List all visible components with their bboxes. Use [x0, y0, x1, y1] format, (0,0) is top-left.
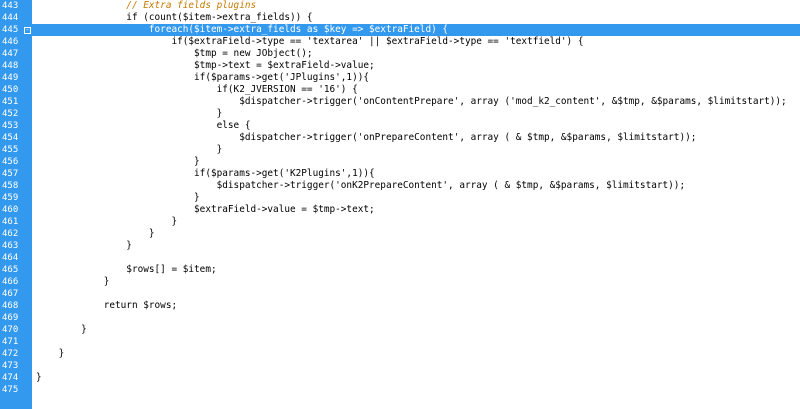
- code-line[interactable]: 474}: [0, 372, 800, 384]
- code-line[interactable]: 466 }: [0, 276, 800, 288]
- code-text[interactable]: }: [36, 216, 177, 228]
- line-number: 444: [0, 12, 24, 24]
- line-number: 462: [0, 228, 24, 240]
- code-text[interactable]: $dispatcher->trigger('onK2PrepareContent…: [36, 180, 685, 192]
- code-text[interactable]: if (count($item->extra_fields)) {: [36, 12, 312, 24]
- code-line[interactable]: 446 if($extraField->type == 'textarea' |…: [0, 36, 800, 48]
- code-text[interactable]: }: [36, 372, 42, 384]
- line-number: 456: [0, 156, 24, 168]
- code-text[interactable]: foreach($item->extra_fields as $key => $…: [36, 24, 448, 36]
- code-text[interactable]: }: [36, 192, 200, 204]
- line-number: 453: [0, 120, 24, 132]
- code-text[interactable]: $tmp = new JObject();: [36, 48, 313, 60]
- code-line[interactable]: 462 }: [0, 228, 800, 240]
- line-number: 452: [0, 108, 24, 120]
- code-lines[interactable]: 443 // Extra fields plugins 444 if (coun…: [0, 0, 800, 396]
- line-number: 458: [0, 180, 24, 192]
- line-number: 446: [0, 36, 24, 48]
- code-line[interactable]: 448 $tmp->text = $extraField->value;: [0, 60, 800, 72]
- code-line[interactable]: 443 // Extra fields plugins: [0, 0, 800, 12]
- line-number: 468: [0, 300, 24, 312]
- line-number: 459: [0, 192, 24, 204]
- code-line[interactable]: 470 }: [0, 324, 800, 336]
- code-line[interactable]: 453 else {: [0, 120, 800, 132]
- code-line[interactable]: 455 }: [0, 144, 800, 156]
- line-number: 451: [0, 96, 24, 108]
- code-text[interactable]: $dispatcher->trigger('onContentPrepare',…: [36, 96, 787, 108]
- code-text[interactable]: if(K2_JVERSION == '16') {: [36, 84, 358, 96]
- line-number: 469: [0, 312, 24, 324]
- line-number: 454: [0, 132, 24, 144]
- code-line[interactable]: 465 $rows[] = $item;: [0, 264, 800, 276]
- code-line[interactable]: 456 }: [0, 156, 800, 168]
- code-text[interactable]: if($extraField->type == 'textarea' || $e…: [36, 36, 583, 48]
- line-number: 467: [0, 288, 24, 300]
- line-number: 464: [0, 252, 24, 264]
- code-text[interactable]: }: [36, 144, 223, 156]
- code-editor[interactable]: 443 // Extra fields plugins 444 if (coun…: [0, 0, 800, 409]
- code-text[interactable]: }: [36, 276, 110, 288]
- line-number: 447: [0, 48, 24, 60]
- line-number: 460: [0, 204, 24, 216]
- code-text[interactable]: }: [36, 240, 132, 252]
- code-line[interactable]: 457 if($params->get('K2Plugins',1)){: [0, 168, 800, 180]
- code-line[interactable]: 475: [0, 384, 800, 396]
- code-text[interactable]: }: [36, 108, 223, 120]
- line-number: 471: [0, 336, 24, 348]
- code-line[interactable]: 454 $dispatcher->trigger('onPrepareConte…: [0, 132, 800, 144]
- code-line[interactable]: 472 }: [0, 348, 800, 360]
- line-number: 457: [0, 168, 24, 180]
- line-number: 455: [0, 144, 24, 156]
- code-text[interactable]: }: [36, 156, 200, 168]
- line-number: 475: [0, 384, 24, 396]
- code-line[interactable]: 450 if(K2_JVERSION == '16') {: [0, 84, 800, 96]
- code-line[interactable]: 444 if (count($item->extra_fields)) {: [0, 12, 800, 24]
- line-number: 449: [0, 72, 24, 84]
- code-line[interactable]: 458 $dispatcher->trigger('onK2PrepareCon…: [0, 180, 800, 192]
- line-number: 465: [0, 264, 24, 276]
- code-text[interactable]: return $rows;: [36, 300, 177, 312]
- code-text[interactable]: $extraField->value = $tmp->text;: [36, 204, 375, 216]
- code-text[interactable]: $dispatcher->trigger('onPrepareContent',…: [36, 132, 696, 144]
- fold-toggle-icon[interactable]: -: [24, 27, 31, 34]
- code-line[interactable]: 467: [0, 288, 800, 300]
- line-number: 445: [0, 24, 24, 36]
- line-number: 474: [0, 372, 24, 384]
- code-text[interactable]: }: [36, 348, 65, 360]
- line-number: 450: [0, 84, 24, 96]
- line-number: 470: [0, 324, 24, 336]
- code-line[interactable]: 459 }: [0, 192, 800, 204]
- code-text[interactable]: }: [36, 228, 155, 240]
- code-text[interactable]: }: [36, 324, 87, 336]
- code-line[interactable]: 468 return $rows;: [0, 300, 800, 312]
- line-number: 463: [0, 240, 24, 252]
- line-number: 443: [0, 0, 24, 12]
- code-text[interactable]: $rows[] = $item;: [36, 264, 216, 276]
- code-line-current[interactable]: 445- foreach($item->extra_fields as $key…: [0, 24, 800, 36]
- code-line[interactable]: 461 }: [0, 216, 800, 228]
- code-line[interactable]: 469: [0, 312, 800, 324]
- code-line[interactable]: 447 $tmp = new JObject();: [0, 48, 800, 60]
- code-line[interactable]: 463 }: [0, 240, 800, 252]
- line-number: 466: [0, 276, 24, 288]
- code-line[interactable]: 473: [0, 360, 800, 372]
- code-text[interactable]: // Extra fields plugins: [36, 0, 256, 12]
- code-line[interactable]: 464: [0, 252, 800, 264]
- code-text[interactable]: $tmp->text = $extraField->value;: [36, 60, 375, 72]
- line-number: 473: [0, 360, 24, 372]
- code-line[interactable]: 471: [0, 336, 800, 348]
- code-line[interactable]: 449 if($params->get('JPlugins',1)){: [0, 72, 800, 84]
- code-text[interactable]: else {: [36, 120, 251, 132]
- line-number: 448: [0, 60, 24, 72]
- code-line[interactable]: 451 $dispatcher->trigger('onContentPrepa…: [0, 96, 800, 108]
- code-line[interactable]: 460 $extraField->value = $tmp->text;: [0, 204, 800, 216]
- code-line[interactable]: 452 }: [0, 108, 800, 120]
- code-text[interactable]: if($params->get('K2Plugins',1)){: [36, 168, 375, 180]
- code-text[interactable]: if($params->get('JPlugins',1)){: [36, 72, 369, 84]
- line-number: 461: [0, 216, 24, 228]
- line-number: 472: [0, 348, 24, 360]
